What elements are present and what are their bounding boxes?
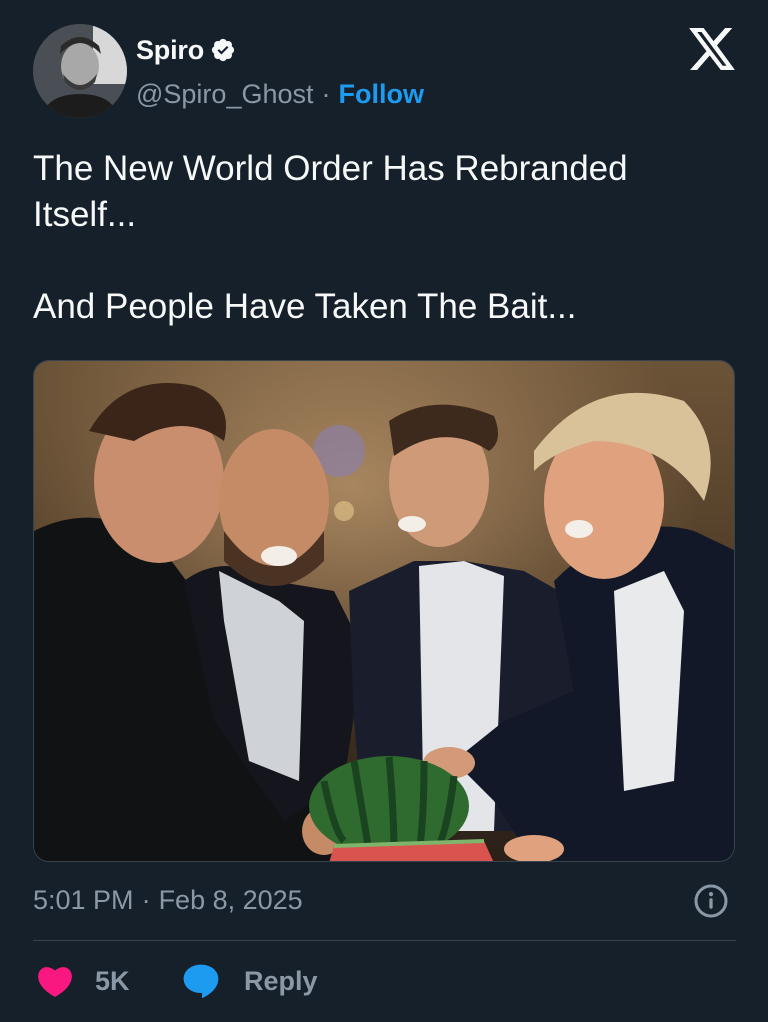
author-handle-row: @Spiro_Ghost · Follow <box>136 76 424 112</box>
reply-button[interactable]: Reply <box>182 960 318 1002</box>
tweet-text: The New World Order Has Rebranded Itself… <box>33 149 628 326</box>
heart-icon <box>38 967 72 997</box>
handle-separator: · <box>321 78 331 109</box>
author-handle[interactable]: @Spiro_Ghost <box>136 79 314 110</box>
tweet-media-image[interactable] <box>33 360 735 862</box>
info-icon[interactable] <box>693 883 729 919</box>
like-button[interactable]: 5K <box>37 960 130 1002</box>
timestamp-separator: · <box>141 884 151 915</box>
like-count: 5K <box>95 965 130 996</box>
author-display-name[interactable]: Spiro <box>136 35 204 66</box>
follow-button[interactable]: Follow <box>339 79 424 110</box>
speech-bubble-icon <box>183 964 219 999</box>
tweet-timestamp[interactable]: 5:01 PM · Feb 8, 2025 <box>33 880 303 920</box>
tweet-time: 5:01 PM <box>33 884 134 915</box>
verified-badge-icon <box>211 38 235 62</box>
avatar[interactable] <box>33 24 127 118</box>
divider <box>33 940 736 941</box>
author-name-row: Spiro <box>136 32 236 68</box>
reply-label: Reply <box>244 965 318 996</box>
x-logo-icon[interactable] <box>689 28 735 70</box>
tweet-date: Feb 8, 2025 <box>158 884 303 915</box>
